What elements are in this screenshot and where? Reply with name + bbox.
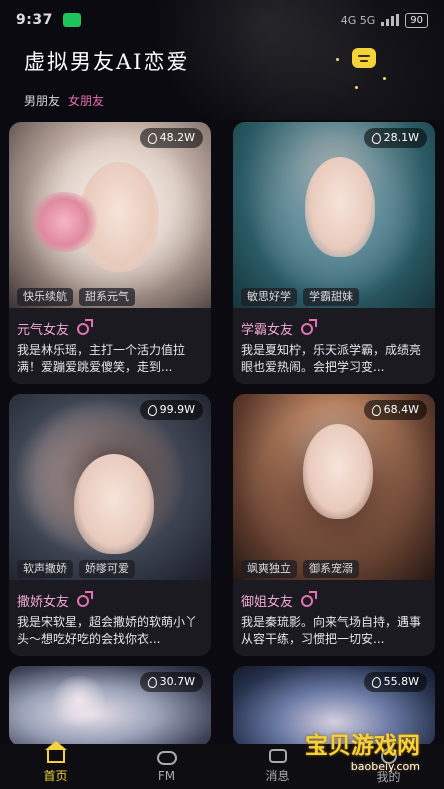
flame-icon <box>370 403 382 417</box>
male-icon <box>301 318 318 335</box>
male-icon <box>77 318 94 335</box>
tag-list: 飒爽独立 御系宠溺 <box>241 560 359 578</box>
popularity-count: 30.7W <box>159 675 195 688</box>
tag: 快乐续航 <box>17 288 73 306</box>
character-card[interactable]: 48.2W 快乐续航 甜系元气 元气女友 我是林乐瑶，主打一个活力值拉满！爱蹦爱… <box>9 122 211 384</box>
male-icon <box>77 590 94 607</box>
tag-list: 敏思好学 学霸甜妹 <box>241 288 359 306</box>
tag: 飒爽独立 <box>241 560 297 578</box>
nav-home[interactable]: 首页 <box>0 741 111 789</box>
character-portrait <box>9 122 211 308</box>
popularity-badge: 55.8W <box>363 672 427 692</box>
tag: 娇嗲可爱 <box>79 560 135 578</box>
character-description: 我是宋软星，超会撒娇的软萌小丫头～想吃好吃的会找你衣... <box>17 615 198 646</box>
character-portrait <box>233 122 435 308</box>
tag: 御系宠溺 <box>303 560 359 578</box>
tab-boyfriend[interactable]: 男朋友 <box>24 92 60 109</box>
character-card[interactable]: 68.4W 飒爽独立 御系宠溺 御姐女友 我是秦琉影。向来气场自持，遇事从容干练… <box>233 394 435 656</box>
status-time: 9:37 <box>16 12 53 28</box>
flame-icon <box>146 675 158 689</box>
battery-indicator: 90 <box>405 12 428 28</box>
character-card[interactable]: 99.9W 软声撒娇 娇嗲可爱 撒娇女友 我是宋软星，超会撒娇的软萌小丫头～想吃… <box>9 394 211 656</box>
popularity-count: 28.1W <box>383 131 419 144</box>
tag: 甜系元气 <box>79 288 135 306</box>
gender-tabs: 男朋友 女朋友 <box>24 92 104 109</box>
message-icon-line <box>358 54 370 57</box>
tag-list: 软声撒娇 娇嗲可爱 <box>17 560 135 578</box>
nav-label: 首页 <box>43 769 68 783</box>
wechat-icon <box>62 13 81 27</box>
app-title: 虚拟男友AI恋爱 <box>24 50 190 74</box>
tag: 学霸甜妹 <box>303 288 359 306</box>
card-title: 学霸女友 <box>241 318 318 338</box>
nav-fm[interactable]: FM <box>111 744 222 789</box>
tag: 敏思好学 <box>241 288 297 306</box>
character-name: 撒娇女友 <box>17 595 70 610</box>
home-icon <box>44 741 67 763</box>
popularity-badge: 99.9W <box>139 400 203 420</box>
tag-list: 快乐续航 甜系元气 <box>17 288 135 306</box>
character-name: 学霸女友 <box>241 323 294 338</box>
popularity-count: 48.2W <box>159 131 195 144</box>
popularity-badge: 28.1W <box>363 128 427 148</box>
popularity-badge: 68.4W <box>363 400 427 420</box>
card-title: 撒娇女友 <box>17 590 94 610</box>
character-name: 元气女友 <box>17 323 70 338</box>
character-portrait <box>233 394 435 584</box>
message-icon-line <box>360 59 368 62</box>
male-icon <box>301 590 318 607</box>
card-title: 御姐女友 <box>241 590 318 610</box>
character-description: 我是夏知柠，乐天派学霸，成绩亮眼也爱热闹。会把学习变... <box>241 343 422 374</box>
flame-icon <box>146 403 158 417</box>
flame-icon <box>370 131 382 145</box>
popularity-count: 68.4W <box>383 403 419 416</box>
popularity-badge: 30.7W <box>139 672 203 692</box>
sparkle <box>383 77 386 80</box>
card-title: 元气女友 <box>17 318 94 338</box>
popularity-badge: 48.2W <box>139 128 203 148</box>
character-name: 御姐女友 <box>241 595 294 610</box>
signal-icon <box>381 14 400 26</box>
character-description: 我是秦琉影。向来气场自持，遇事从容干练，习惯把一切安... <box>241 615 422 646</box>
popularity-count: 55.8W <box>383 675 419 688</box>
nav-label: FM <box>157 768 176 783</box>
fm-icon <box>156 750 177 765</box>
rose-decoration <box>29 192 99 252</box>
status-bar: 9:37 4G 5G 90 <box>0 0 444 40</box>
character-card[interactable]: 30.7W <box>9 666 211 746</box>
flame-icon <box>146 131 158 145</box>
watermark-url: baobeiy.com <box>350 760 420 773</box>
sparkle <box>355 86 358 89</box>
tag: 软声撒娇 <box>17 560 73 578</box>
sparkle <box>336 58 339 61</box>
character-portrait <box>9 394 211 580</box>
character-card[interactable]: 28.1W 敏思好学 学霸甜妹 学霸女友 我是夏知柠，乐天派学霸，成绩亮眼也爱热… <box>233 122 435 384</box>
watermark-logo: 宝贝游戏网 baobeiy.com <box>270 726 420 773</box>
flower-decoration <box>49 676 109 726</box>
flame-icon <box>370 675 382 689</box>
watermark-title: 宝贝游戏网 <box>305 733 420 759</box>
tab-girlfriend[interactable]: 女朋友 <box>68 92 104 109</box>
popularity-count: 99.9W <box>159 403 195 416</box>
character-description: 我是林乐瑶，主打一个活力值拉满！爱蹦爱跳爱傻笑，走到... <box>17 343 186 374</box>
message-button[interactable] <box>352 48 376 68</box>
status-right: 4G 5G 90 <box>340 12 428 28</box>
network-label: 4G 5G <box>340 13 376 27</box>
